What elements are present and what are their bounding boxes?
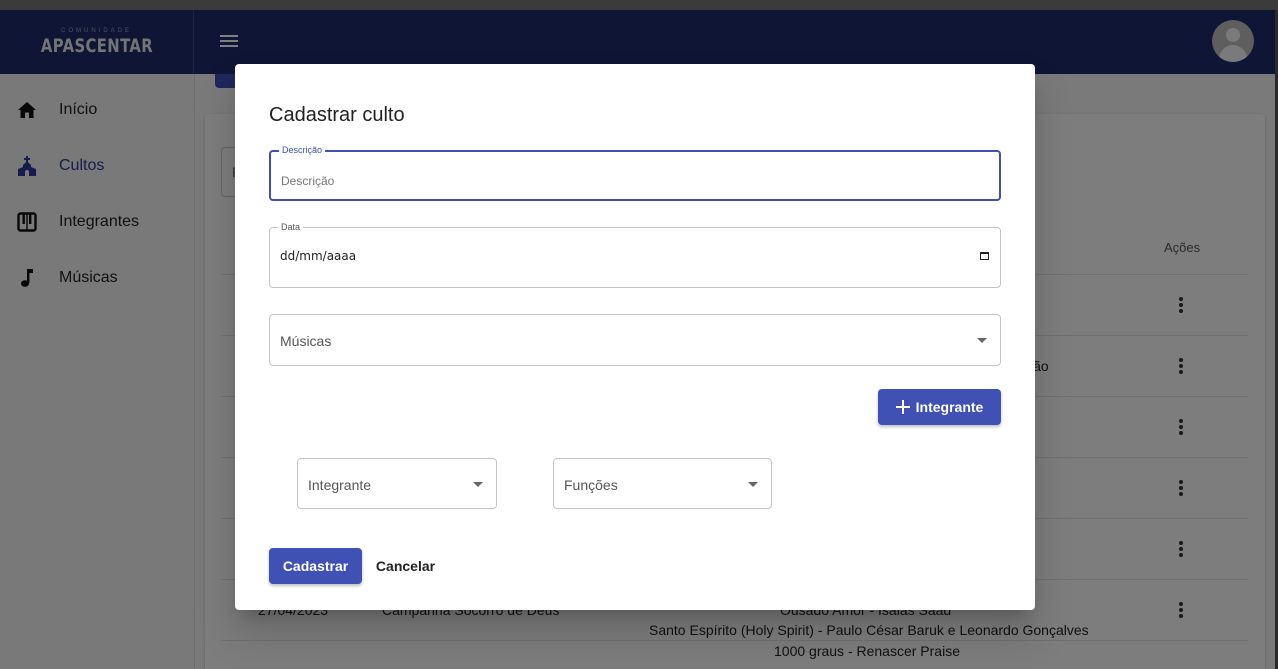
musicas-select[interactable]: Músicas: [269, 314, 1001, 366]
chevron-down-icon: [473, 482, 483, 487]
integrante-select-label: Integrante: [308, 477, 372, 493]
descricao-input[interactable]: Descrição Descrição: [269, 145, 1001, 201]
integrante-select[interactable]: Integrante: [297, 458, 497, 509]
funcoes-select[interactable]: Funções: [553, 458, 772, 509]
funcoes-select-label: Funções: [564, 477, 618, 493]
plus-icon: [895, 400, 910, 414]
data-date-input[interactable]: Data dd/mm/aaaa: [269, 222, 1001, 288]
calendar-icon[interactable]: [980, 252, 989, 260]
descricao-placeholder: Descrição: [281, 174, 335, 188]
musicas-label: Músicas: [280, 333, 332, 349]
add-integrante-label: Integrante: [915, 399, 984, 415]
data-value: dd/mm/aaaa: [280, 249, 357, 263]
cancelar-button[interactable]: Cancelar: [371, 548, 440, 584]
chevron-down-icon: [748, 482, 758, 487]
cadastrar-culto-dialog: Cadastrar culto Descrição Descrição Data…: [235, 64, 1035, 610]
dialog-title: Cadastrar culto: [269, 104, 405, 126]
descricao-label: Descrição: [279, 145, 326, 155]
chevron-down-icon: [977, 338, 987, 343]
data-label: Data: [278, 222, 304, 232]
add-integrante-button[interactable]: Integrante: [878, 389, 1001, 425]
cadastrar-button[interactable]: Cadastrar: [269, 548, 362, 584]
browser-chrome-strip: [0, 0, 1278, 10]
